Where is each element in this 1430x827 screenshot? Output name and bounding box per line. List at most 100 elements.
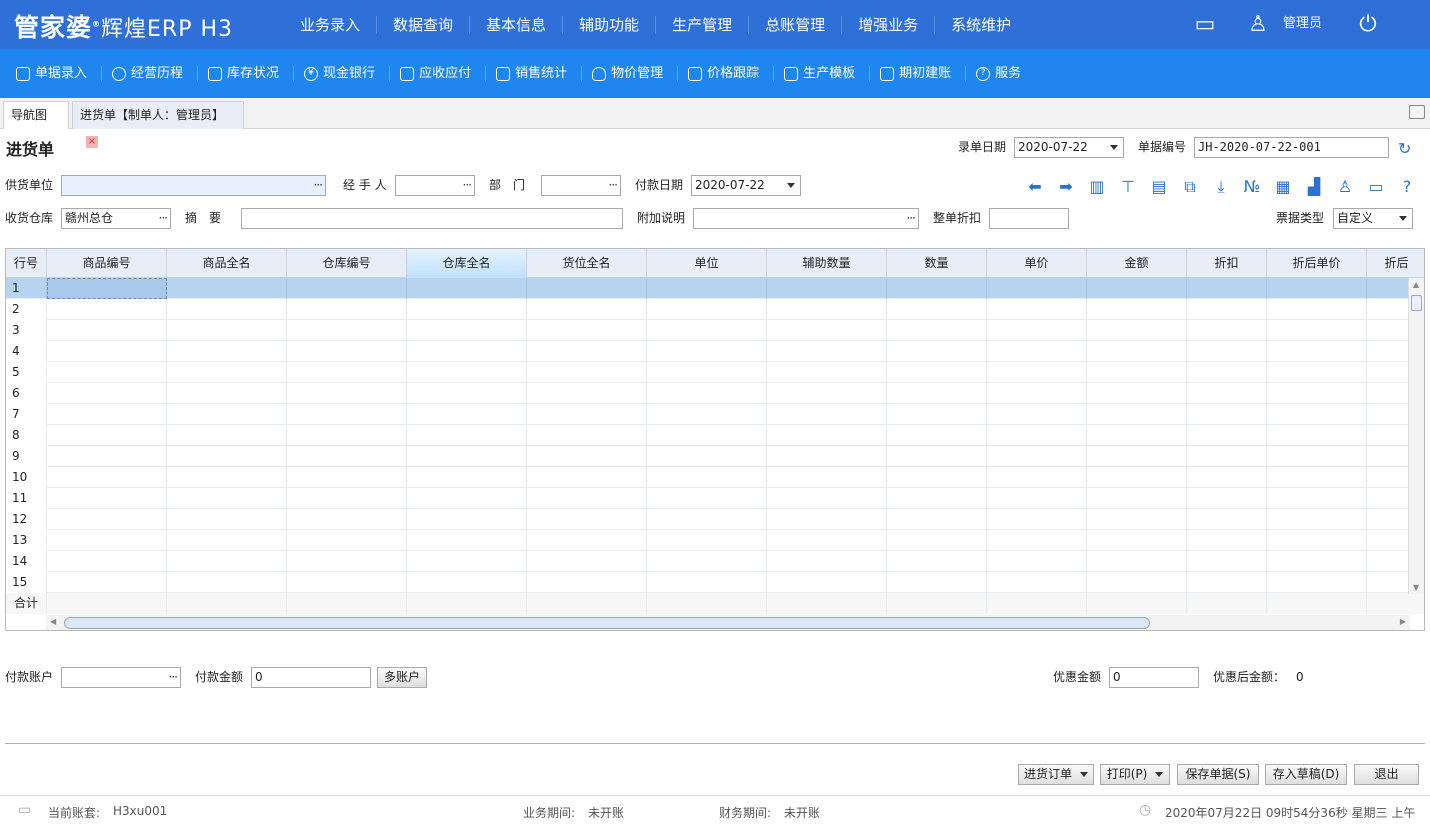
grid-cell[interactable] bbox=[1087, 446, 1187, 467]
sub-price-track[interactable]: 价格跟踪 bbox=[678, 65, 775, 82]
grid-cell[interactable] bbox=[647, 467, 767, 488]
table-row[interactable]: 12 bbox=[6, 509, 1424, 530]
grid-cell[interactable] bbox=[887, 446, 987, 467]
person-icon[interactable]: ♙ bbox=[1334, 176, 1356, 198]
grid-cell[interactable] bbox=[767, 593, 887, 614]
grid-cell[interactable] bbox=[767, 278, 887, 299]
grid-cell[interactable] bbox=[887, 488, 987, 509]
grid-cell[interactable] bbox=[647, 341, 767, 362]
col-header[interactable]: 金额 bbox=[1087, 249, 1187, 278]
grid-cell[interactable] bbox=[987, 362, 1087, 383]
grid-cell[interactable] bbox=[1187, 593, 1267, 614]
doc-no-field[interactable]: JH-2020-07-22-001 bbox=[1194, 137, 1389, 158]
extra-field[interactable]: ··· bbox=[693, 208, 919, 229]
sub-cash-bank[interactable]: ¥ 现金银行 bbox=[294, 65, 391, 82]
col-header[interactable]: 单价 bbox=[987, 249, 1087, 278]
grid-cell[interactable] bbox=[287, 404, 407, 425]
table-row[interactable]: 8 bbox=[6, 425, 1424, 446]
grid-cell[interactable] bbox=[1187, 383, 1267, 404]
grid-cell[interactable] bbox=[1267, 425, 1367, 446]
grid-cell[interactable] bbox=[287, 467, 407, 488]
table-row[interactable]: 5 bbox=[6, 362, 1424, 383]
grid-cell[interactable] bbox=[167, 383, 287, 404]
grid-cell[interactable] bbox=[287, 572, 407, 593]
table-row[interactable]: 13 bbox=[6, 530, 1424, 551]
more-icon[interactable]: ··· bbox=[907, 209, 917, 228]
grid-cell[interactable] bbox=[167, 551, 287, 572]
more-icon[interactable]: ··· bbox=[314, 176, 324, 195]
grid-cell[interactable] bbox=[47, 278, 167, 299]
save-button[interactable]: 保存单据(S) bbox=[1177, 764, 1259, 785]
grid-cell[interactable] bbox=[287, 341, 407, 362]
grid-cell[interactable] bbox=[767, 404, 887, 425]
col-header[interactable]: 仓库全名 bbox=[407, 249, 527, 278]
col-header[interactable]: 折后单价 bbox=[1267, 249, 1367, 278]
col-header[interactable]: 行号 bbox=[6, 249, 47, 278]
user-name[interactable]: 管理员 bbox=[1283, 14, 1322, 34]
grid-cell[interactable] bbox=[47, 404, 167, 425]
grid-cell[interactable] bbox=[887, 278, 987, 299]
grid-cell[interactable] bbox=[987, 383, 1087, 404]
grid-cell[interactable] bbox=[887, 593, 987, 614]
grid-cell[interactable] bbox=[887, 467, 987, 488]
sub-prod-template[interactable]: 生产模板 bbox=[774, 65, 871, 82]
grid-cell[interactable] bbox=[987, 299, 1087, 320]
exit-button[interactable]: 退出 bbox=[1354, 764, 1419, 785]
grid-cell[interactable] bbox=[647, 488, 767, 509]
grid-cell[interactable] bbox=[407, 278, 527, 299]
grid-cell[interactable] bbox=[287, 593, 407, 614]
grid-cell[interactable] bbox=[987, 488, 1087, 509]
grid-cell[interactable] bbox=[167, 299, 287, 320]
grid-cell[interactable] bbox=[987, 341, 1087, 362]
prev-icon[interactable]: ⬅ bbox=[1024, 176, 1046, 198]
col-header[interactable]: 商品全名 bbox=[167, 249, 287, 278]
grid-cell[interactable] bbox=[767, 467, 887, 488]
grid-cell[interactable] bbox=[407, 341, 527, 362]
grid-cell[interactable] bbox=[407, 362, 527, 383]
sub-history[interactable]: 经营历程 bbox=[102, 65, 199, 82]
grid-cell[interactable] bbox=[527, 572, 647, 593]
grid-cell[interactable] bbox=[647, 446, 767, 467]
sub-price-mgmt[interactable]: 物价管理 bbox=[582, 65, 679, 82]
grid-cell[interactable] bbox=[47, 425, 167, 446]
grid-cell[interactable] bbox=[47, 572, 167, 593]
handler-field[interactable]: ··· bbox=[395, 175, 475, 196]
col-header[interactable]: 数量 bbox=[887, 249, 987, 278]
table-row[interactable]: 1 bbox=[6, 278, 1424, 299]
more-icon[interactable]: ··· bbox=[169, 668, 179, 687]
grid-cell[interactable] bbox=[987, 572, 1087, 593]
grid-cell[interactable] bbox=[1087, 362, 1187, 383]
nav-enhanced[interactable]: 增强业务 bbox=[842, 15, 936, 34]
grid-cell[interactable] bbox=[1087, 404, 1187, 425]
table-row[interactable]: 3 bbox=[6, 320, 1424, 341]
grid-cell[interactable] bbox=[527, 341, 647, 362]
grid-cell[interactable] bbox=[887, 362, 987, 383]
grid-cell[interactable] bbox=[167, 446, 287, 467]
grid-cell[interactable] bbox=[527, 509, 647, 530]
grid-cell[interactable] bbox=[987, 530, 1087, 551]
sub-receivable[interactable]: 应收应付 bbox=[390, 65, 487, 82]
grid-cell[interactable] bbox=[47, 341, 167, 362]
grid-cell[interactable] bbox=[767, 446, 887, 467]
grid-cell[interactable] bbox=[527, 299, 647, 320]
more-icon[interactable]: ··· bbox=[463, 176, 473, 195]
grid-cell[interactable] bbox=[407, 320, 527, 341]
grid-cell[interactable] bbox=[987, 446, 1087, 467]
sub-initial-setup[interactable]: 期初建账 bbox=[870, 65, 967, 82]
nav-system[interactable]: 系统维护 bbox=[935, 16, 1027, 34]
nav-ledger[interactable]: 总账管理 bbox=[749, 15, 843, 34]
grid-cell[interactable] bbox=[527, 383, 647, 404]
grid-cell[interactable] bbox=[887, 404, 987, 425]
grid-cell[interactable] bbox=[1187, 467, 1267, 488]
message-icon[interactable]: ▭ bbox=[1191, 11, 1219, 39]
grid-cell[interactable] bbox=[527, 551, 647, 572]
grid-cell[interactable] bbox=[1187, 446, 1267, 467]
grid-cell[interactable] bbox=[47, 593, 167, 614]
table-row[interactable]: 10 bbox=[6, 467, 1424, 488]
grid-cell[interactable] bbox=[167, 278, 287, 299]
grid-cell[interactable] bbox=[167, 404, 287, 425]
purchase-order-button[interactable]: 进货订单 bbox=[1018, 764, 1094, 785]
col-header[interactable]: 辅助数量 bbox=[767, 249, 887, 278]
grid-cell[interactable] bbox=[887, 320, 987, 341]
grid-cell[interactable] bbox=[1267, 509, 1367, 530]
